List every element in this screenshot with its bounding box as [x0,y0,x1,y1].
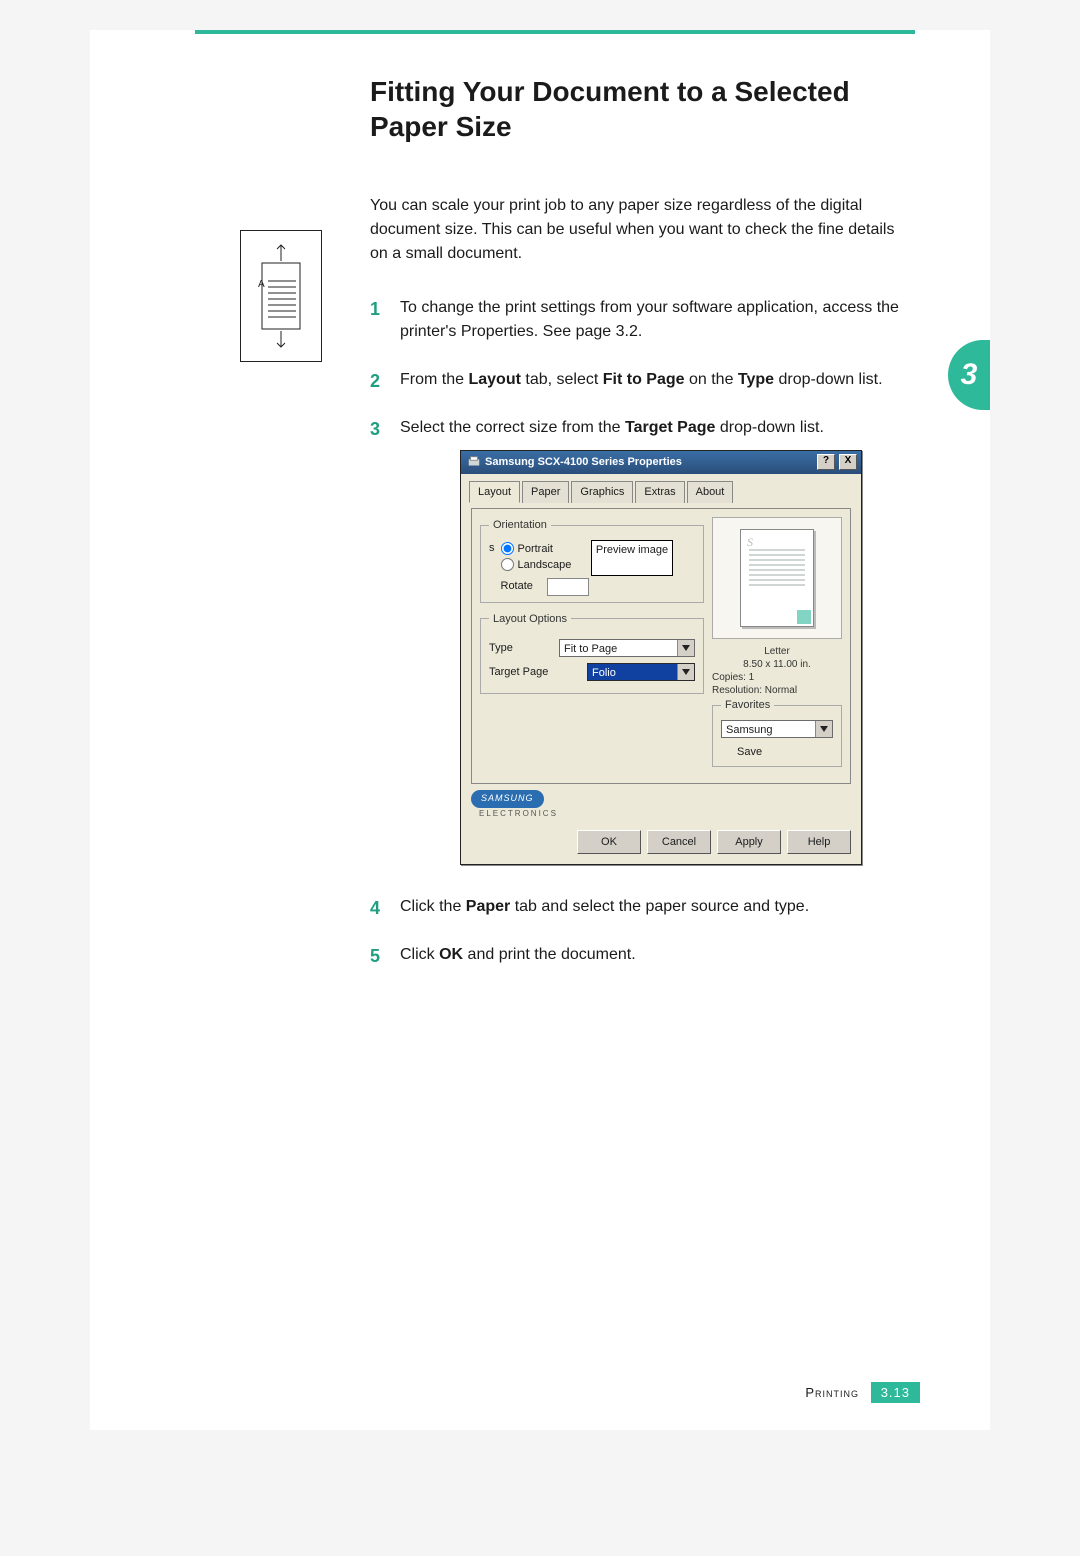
rotate-checkbox[interactable] [547,578,589,596]
apply-button[interactable]: Apply [717,830,781,854]
page: 3 A Fitting Your Document to a S [90,30,990,1430]
step-2: From the Layout tab, select Fit to Page … [370,368,910,392]
step-3-text-c: drop-down list. [715,419,824,436]
preview-resolution: Resolution: Normal [712,684,842,697]
step-2-bold-fit: Fit to Page [603,371,685,388]
chevron-down-icon [815,721,832,737]
favorites-group: Favorites Samsung Save [712,697,842,767]
step-2-bold-layout: Layout [468,371,520,388]
step-2-text-e: on the [685,371,738,388]
right-column: S Letter [712,517,842,775]
footer-section: Printing [805,1385,859,1400]
favorites-dropdown[interactable]: Samsung [721,720,833,738]
page-footer: Printing 3.13 [805,1385,920,1400]
step-5-text-a: Click [400,946,439,963]
chapter-tab: 3 [948,340,990,410]
save-button[interactable]: Save [737,744,817,761]
rotate-label: Rotate [501,578,533,595]
preview-copies: Copies: 1 [712,671,842,684]
tab-graphics[interactable]: Graphics [571,481,633,504]
brand-logo: SAMSUNG [471,790,544,808]
illustration-label: A [258,279,265,290]
step-2-text-g: drop-down list. [774,371,883,388]
step-3-bold-target: Target Page [625,419,715,436]
step-2-text-a: From the [400,371,468,388]
brand-footer: SAMSUNG ELECTRONICS [471,790,851,814]
tab-layout[interactable]: Layout [469,481,520,504]
favorites-legend: Favorites [721,697,774,714]
cancel-button[interactable]: Cancel [647,830,711,854]
type-value: Fit to Page [560,640,677,656]
step-2-text-c: tab, select [521,371,603,388]
printer-icon [467,455,481,469]
dialog-titlebar[interactable]: Samsung SCX-4100 Series Properties ? X [461,451,861,474]
fit-page-illustration-icon: A [252,241,310,351]
step-4-bold-paper: Paper [466,898,510,915]
orientation-icon: s [489,540,495,557]
chevron-down-icon [677,664,694,680]
content: Fitting Your Document to a Selected Pape… [370,34,910,967]
dialog-button-row: OK Cancel Apply Help [461,824,861,864]
type-label: Type [489,640,549,657]
layout-options-group: Layout Options Type Fit to Page [480,611,704,695]
ok-button[interactable]: OK [577,830,641,854]
landscape-radio[interactable]: Landscape [501,558,589,572]
chevron-down-icon [677,640,694,656]
step-4-text-c: tab and select the paper source and type… [510,898,809,915]
properties-dialog: Samsung SCX-4100 Series Properties ? X L… [460,450,862,865]
tab-paper[interactable]: Paper [522,481,569,504]
preview-size-name: Letter [712,645,842,658]
side-illustration: A [240,230,322,362]
footer-page-number: 3.13 [871,1382,920,1403]
step-5-bold-ok: OK [439,946,463,963]
tab-about[interactable]: About [687,481,734,504]
brand-subtext: ELECTRONICS [479,808,851,820]
preview-meta: Letter 8.50 x 11.00 in. Copies: 1 Resolu… [712,645,842,697]
step-5: Click OK and print the document. [370,943,910,967]
step-3: Select the correct size from the Target … [370,416,910,865]
intro-paragraph: You can scale your print job to any pape… [370,194,910,266]
type-dropdown[interactable]: Fit to Page [559,639,695,657]
landscape-label: Landscape [518,558,572,572]
target-page-value: Folio [588,664,677,680]
target-page-row: Target Page Folio [489,663,695,681]
type-row: Type Fit to Page [489,639,695,657]
step-3-text-a: Select the correct size from the [400,419,625,436]
step-5-text-c: and print the document. [463,946,636,963]
dialog-body: Preview image Orientation s [461,502,861,824]
rotate-row: Rotate [501,578,589,596]
favorites-value: Samsung [722,721,815,737]
step-2-bold-type: Type [738,371,774,388]
preview-pane: S [712,517,842,639]
page-title: Fitting Your Document to a Selected Pape… [370,74,910,144]
layout-options-legend: Layout Options [489,611,571,628]
step-4-text-a: Click the [400,898,466,915]
target-page-label: Target Page [489,664,549,681]
tab-extras[interactable]: Extras [635,481,684,504]
dialog-tabs: Layout Paper Graphics Extras About [461,474,861,503]
help-button[interactable]: Help [787,830,851,854]
titlebar-close-button[interactable]: X [839,454,857,470]
preview-dimensions: 8.50 x 11.00 in. [712,658,842,671]
titlebar-help-button[interactable]: ? [817,454,835,470]
step-4: Click the Paper tab and select the paper… [370,895,910,919]
dialog-title: Samsung SCX-4100 Series Properties [485,454,813,471]
landscape-radio-input[interactable] [501,558,514,571]
preview-page-icon: S [740,529,814,627]
preview-callout: Preview image [591,540,673,576]
portrait-radio-input[interactable] [501,542,514,555]
step-1: To change the print settings from your s… [370,296,910,344]
portrait-radio[interactable]: Portrait [501,542,589,556]
steps-list: To change the print settings from your s… [370,296,910,967]
orientation-legend: Orientation [489,517,551,534]
target-page-dropdown[interactable]: Folio [587,663,695,681]
portrait-label: Portrait [518,542,553,556]
